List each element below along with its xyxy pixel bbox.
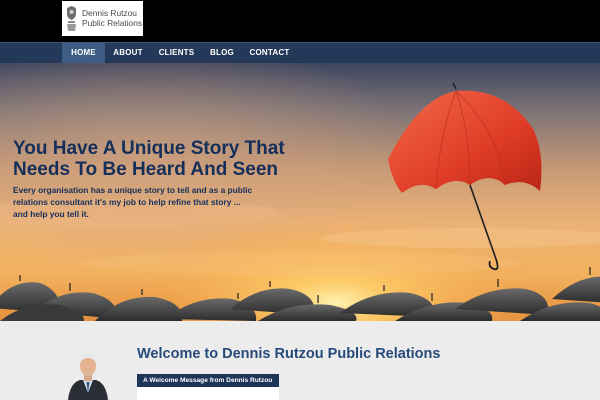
portrait-photo: [64, 349, 112, 400]
nav-clients[interactable]: CLIENTS: [154, 43, 199, 63]
nav-home[interactable]: HOME: [62, 43, 105, 63]
top-header: Dennis Rutzou Public Relations: [0, 0, 600, 42]
shield-crest-icon: [67, 6, 76, 31]
hero-subtitle-line3: and help you tell it.: [13, 209, 89, 219]
person-icon: [64, 349, 112, 400]
hero-banner: You Have A Unique Story That Needs To Be…: [0, 63, 600, 321]
logo-text: Dennis Rutzou Public Relations: [82, 8, 143, 28]
hero-title-line1: You Have A Unique Story That: [13, 138, 285, 159]
nav-contact[interactable]: CONTACT: [245, 43, 294, 63]
welcome-message-panel: [137, 387, 279, 400]
hero-title: You Have A Unique Story That Needs To Be…: [13, 138, 333, 180]
welcome-heading: Welcome to Dennis Rutzou Public Relation…: [137, 346, 441, 362]
hero-subtitle-line2: relations consultant it's my job to help…: [13, 197, 241, 207]
nav-blog[interactable]: BLOG: [205, 43, 239, 63]
hero-subtitle-line1: Every organisation has a unique story to…: [13, 185, 253, 195]
hero-subtitle: Every organisation has a unique story to…: [13, 184, 275, 220]
logo-name-line2: Public Relations: [82, 17, 143, 28]
welcome-message-tab[interactable]: A Welcome Message from Dennis Rutzou: [137, 374, 279, 387]
hero-title-line2: Needs To Be Heard And Seen: [13, 159, 279, 180]
welcome-section: Welcome to Dennis Rutzou Public Relation…: [0, 321, 600, 400]
site-logo[interactable]: Dennis Rutzou Public Relations: [62, 1, 143, 36]
nav-about[interactable]: ABOUT: [108, 43, 148, 63]
main-nav: HOME ABOUT CLIENTS BLOG CONTACT: [0, 42, 600, 63]
